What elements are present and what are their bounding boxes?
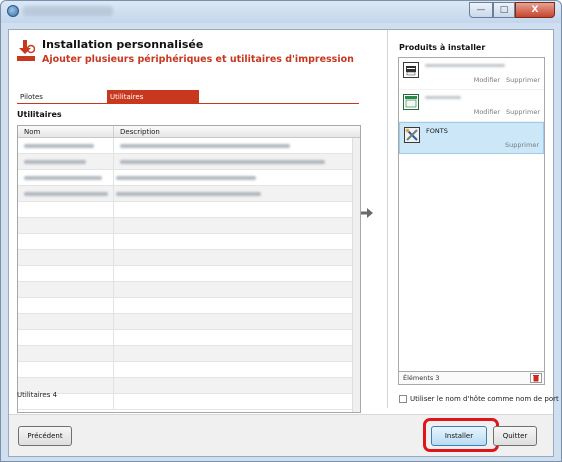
tab-pilotes[interactable]: Pilotes <box>17 90 107 104</box>
minimize-button[interactable]: — <box>469 2 493 18</box>
product-actions: Modifier Supprimer <box>468 108 540 116</box>
use-hostname-option[interactable]: Utiliser le nom d'hôte comme nom de port <box>399 395 559 403</box>
product-actions: Supprimer <box>499 141 539 149</box>
title-bar[interactable]: — □ X <box>1 1 561 23</box>
empty-row <box>18 298 360 314</box>
redacted-text <box>24 144 94 148</box>
redacted-text <box>120 160 325 164</box>
page-subtitle: Ajouter plusieurs périphériques et utili… <box>42 54 354 65</box>
modify-link[interactable]: Modifier <box>474 108 500 116</box>
close-button[interactable]: X <box>515 2 555 18</box>
panel-divider <box>387 30 388 408</box>
printer-icon <box>403 62 419 78</box>
redacted-text <box>24 176 102 180</box>
products-list[interactable]: Modifier Supprimer Modifier Supprimer FO… <box>398 57 545 377</box>
list-item[interactable]: Modifier Supprimer <box>399 90 544 122</box>
previous-button[interactable]: Précédent <box>18 426 72 446</box>
tab-bar-filler <box>199 90 359 104</box>
use-hostname-checkbox[interactable] <box>399 395 407 403</box>
install-arrow-icon <box>17 40 35 61</box>
products-count-bar: Éléments 3 <box>398 371 545 385</box>
maximize-button[interactable]: □ <box>493 2 515 18</box>
empty-row <box>18 202 360 218</box>
product-actions: Modifier Supprimer <box>468 76 540 84</box>
installer-window: — □ X Installation personnalisée Ajouter… <box>0 0 562 462</box>
table-row[interactable] <box>18 154 360 170</box>
empty-row <box>18 282 360 298</box>
empty-row <box>18 266 360 282</box>
redacted-text <box>425 64 505 67</box>
product-name: FONTS <box>426 127 448 135</box>
redacted-text <box>24 160 86 164</box>
bottom-bar: Précédent Installer Quitter <box>9 414 553 456</box>
table-row[interactable] <box>18 138 360 154</box>
utilities-list[interactable]: Nom Description <box>17 125 361 413</box>
redacted-text <box>116 192 261 196</box>
install-button[interactable]: Installer <box>431 426 487 446</box>
quit-button[interactable]: Quitter <box>493 426 537 446</box>
column-header-name[interactable]: Nom <box>18 126 114 137</box>
empty-row <box>18 394 360 410</box>
app-icon <box>7 5 19 17</box>
client-area: Installation personnalisée Ajouter plusi… <box>8 29 559 457</box>
empty-row <box>18 330 360 346</box>
redacted-text <box>116 176 256 180</box>
products-title: Produits à installer <box>399 43 486 52</box>
redacted-text <box>24 192 108 196</box>
tab-bar: Pilotes Utilitaires <box>17 90 359 104</box>
empty-row <box>18 314 360 330</box>
products-count: Éléments 3 <box>403 374 440 382</box>
modify-link[interactable]: Modifier <box>474 76 500 84</box>
page-title: Installation personnalisée <box>42 38 204 51</box>
use-hostname-label: Utiliser le nom d'hôte comme nom de port <box>410 395 559 403</box>
column-header-description[interactable]: Description <box>114 126 360 137</box>
tab-utilitaires[interactable]: Utilitaires <box>107 90 199 104</box>
utilities-count: Utilitaires 4 <box>17 391 58 399</box>
table-row[interactable] <box>18 170 360 186</box>
empty-row <box>18 250 360 266</box>
utilities-section-title: Utilitaires <box>17 110 62 119</box>
window-controls: — □ X <box>469 2 555 18</box>
empty-row <box>18 218 360 234</box>
delete-link[interactable]: Supprimer <box>506 108 540 116</box>
vertical-scrollbar[interactable] <box>352 138 360 412</box>
tools-icon <box>404 127 420 143</box>
empty-row <box>18 234 360 250</box>
table-row[interactable] <box>18 186 360 202</box>
add-arrow-icon[interactable] <box>361 208 373 218</box>
list-item-selected[interactable]: FONTS Supprimer <box>399 122 544 154</box>
delete-link[interactable]: Supprimer <box>505 141 539 149</box>
window-icon <box>403 94 419 110</box>
list-header: Nom Description <box>18 126 360 138</box>
redacted-text <box>120 144 290 148</box>
redacted-text <box>425 96 461 99</box>
empty-row <box>18 362 360 378</box>
list-item[interactable]: Modifier Supprimer <box>399 58 544 90</box>
trash-icon[interactable] <box>530 373 542 383</box>
empty-row <box>18 346 360 362</box>
window-title-redacted <box>23 6 113 16</box>
delete-link[interactable]: Supprimer <box>506 76 540 84</box>
empty-row <box>18 378 360 394</box>
